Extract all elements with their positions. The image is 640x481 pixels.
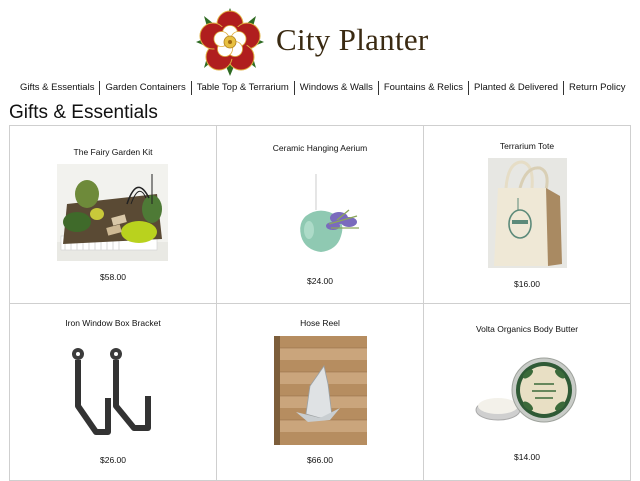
tudor-rose-logo-icon[interactable] xyxy=(192,6,268,78)
product-card[interactable]: Volta Organics Body Butter $14.00 xyxy=(424,304,631,481)
product-grid: The Fairy Garden Kit $58.00 Ceramic Hang… xyxy=(9,125,631,481)
product-name[interactable]: The Fairy Garden Kit xyxy=(10,147,216,157)
brand-name[interactable]: City Planter xyxy=(276,22,429,58)
product-image[interactable] xyxy=(279,174,372,264)
product-name[interactable]: Hose Reel xyxy=(217,318,423,328)
product-name[interactable]: Iron Window Box Bracket xyxy=(10,318,216,328)
product-price: $26.00 xyxy=(100,455,126,465)
product-card[interactable]: Ceramic Hanging Aerium $24.00 xyxy=(217,126,424,304)
product-price: $24.00 xyxy=(307,276,333,286)
product-card[interactable]: Terrarium Tote $16.00 xyxy=(424,126,631,304)
product-name[interactable]: Terrarium Tote xyxy=(424,141,630,151)
nav-item-fountains-relics[interactable]: Fountains & Relics xyxy=(377,81,468,95)
nav-item-table-top-terrarium[interactable]: Table Top & Terrarium xyxy=(190,81,294,95)
product-image[interactable] xyxy=(62,344,165,437)
product-price: $16.00 xyxy=(514,279,540,289)
product-price: $14.00 xyxy=(514,452,540,462)
product-image[interactable] xyxy=(488,158,567,268)
main-nav: Gifts & Essentials Garden Containers Tab… xyxy=(16,80,631,96)
product-price: $66.00 xyxy=(307,455,333,465)
nav-item-garden-containers[interactable]: Garden Containers xyxy=(99,81,190,95)
nav-item-windows-walls[interactable]: Windows & Walls xyxy=(293,81,378,95)
product-card[interactable]: The Fairy Garden Kit $58.00 xyxy=(10,126,217,304)
nav-item-planted-delivered[interactable]: Planted & Delivered xyxy=(468,81,563,95)
product-price: $58.00 xyxy=(100,272,126,282)
product-image[interactable] xyxy=(274,336,367,445)
page-title: Gifts & Essentials xyxy=(9,102,158,123)
product-image[interactable] xyxy=(472,340,581,438)
nav-item-gifts-essentials[interactable]: Gifts & Essentials xyxy=(16,81,99,95)
nav-item-return-policy[interactable]: Return Policy xyxy=(563,81,631,95)
product-name[interactable]: Ceramic Hanging Aerium xyxy=(217,143,423,153)
product-card[interactable]: Iron Window Box Bracket $26.00 xyxy=(10,304,217,481)
product-name[interactable]: Volta Organics Body Butter xyxy=(424,324,630,334)
site-header: City Planter xyxy=(0,0,640,78)
product-card[interactable]: Hose Reel $66.00 xyxy=(217,304,424,481)
product-image[interactable] xyxy=(57,164,168,261)
